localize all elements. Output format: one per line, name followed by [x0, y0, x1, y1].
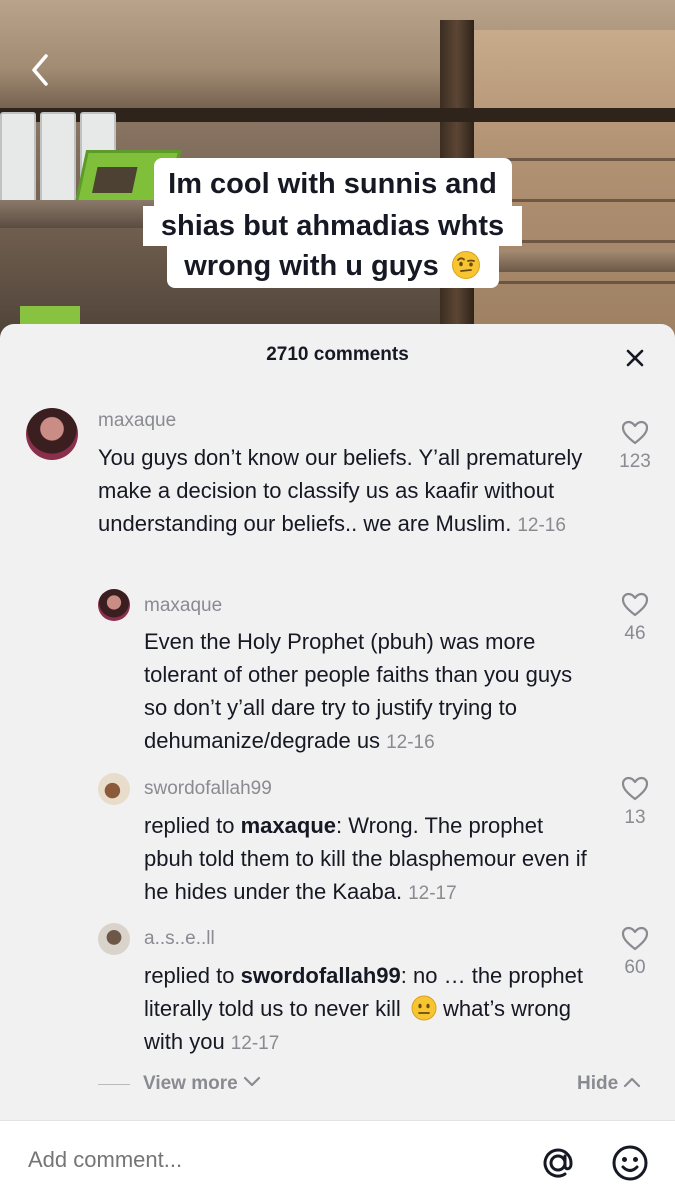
- mentioned-user[interactable]: maxaque: [241, 813, 336, 838]
- neutral-face-emoji-icon: [411, 995, 437, 1021]
- like-count: 123: [619, 451, 651, 472]
- heart-outline-icon: [621, 926, 649, 951]
- comment-date: 12-17: [230, 1033, 280, 1054]
- comment-date: 12-17: [408, 883, 457, 904]
- like-button[interactable]: 60: [610, 926, 660, 979]
- like-count: 60: [624, 957, 646, 978]
- back-button[interactable]: [22, 50, 56, 90]
- avatar[interactable]: [98, 589, 130, 621]
- smiley-icon: [612, 1145, 648, 1181]
- raised-eyebrow-emoji-icon: [451, 251, 480, 279]
- mention-button[interactable]: [536, 1141, 580, 1185]
- avatar[interactable]: [98, 923, 130, 955]
- hide-replies-button[interactable]: Hide: [577, 1073, 641, 1095]
- reply-text: replied to swordofallah99: no … the prop…: [144, 963, 584, 1054]
- like-button[interactable]: 13: [610, 776, 660, 829]
- comment-date: 12-16: [517, 515, 566, 536]
- heart-outline-icon: [621, 592, 649, 617]
- comments-sheet: 2710 comments maxaque You guys don’t kno…: [0, 324, 675, 1200]
- replies-divider: [98, 1084, 130, 1085]
- view-more-replies-button[interactable]: View more: [143, 1073, 261, 1095]
- reply-text: Even the Holy Prophet (pbuh) was more to…: [144, 629, 573, 753]
- comments-count-title: 2710 comments: [266, 344, 409, 365]
- caption-line: shias but ahmadias whts: [143, 206, 522, 246]
- comment-date: 12-16: [386, 732, 435, 753]
- like-button[interactable]: 46: [610, 592, 660, 645]
- chevron-up-icon: [624, 1077, 641, 1088]
- reply-username[interactable]: swordofallah99: [144, 778, 272, 800]
- chevron-left-icon: [32, 54, 48, 86]
- caption-line-last: wrong with u guys: [166, 246, 499, 288]
- like-count: 13: [624, 807, 646, 828]
- avatar[interactable]: [26, 408, 78, 460]
- chevron-down-icon: [243, 1076, 261, 1087]
- reply-username[interactable]: a..s..e..ll: [144, 928, 215, 950]
- comment-input-bar: [0, 1120, 675, 1200]
- reply-username[interactable]: maxaque: [144, 595, 222, 617]
- heart-outline-icon: [621, 420, 649, 445]
- reply-text: replied to maxaque: Wrong. The prophet p…: [144, 813, 587, 904]
- like-button[interactable]: 123: [610, 420, 660, 473]
- avatar[interactable]: [98, 773, 130, 805]
- mentioned-user[interactable]: swordofallah99: [241, 963, 401, 988]
- video-caption: Im cool with sunnis and shias but ahmadi…: [143, 158, 522, 288]
- add-comment-input[interactable]: [28, 1147, 488, 1173]
- at-sign-icon: [543, 1148, 573, 1178]
- comment-username[interactable]: maxaque: [98, 410, 176, 432]
- emoji-button[interactable]: [608, 1141, 652, 1185]
- caption-line: Im cool with sunnis and: [153, 158, 512, 206]
- comment-text: You guys don’t know our beliefs. Y’all p…: [98, 445, 583, 536]
- close-icon: [626, 349, 644, 367]
- heart-outline-icon: [621, 776, 649, 801]
- like-count: 46: [624, 623, 646, 644]
- close-button[interactable]: [620, 344, 650, 372]
